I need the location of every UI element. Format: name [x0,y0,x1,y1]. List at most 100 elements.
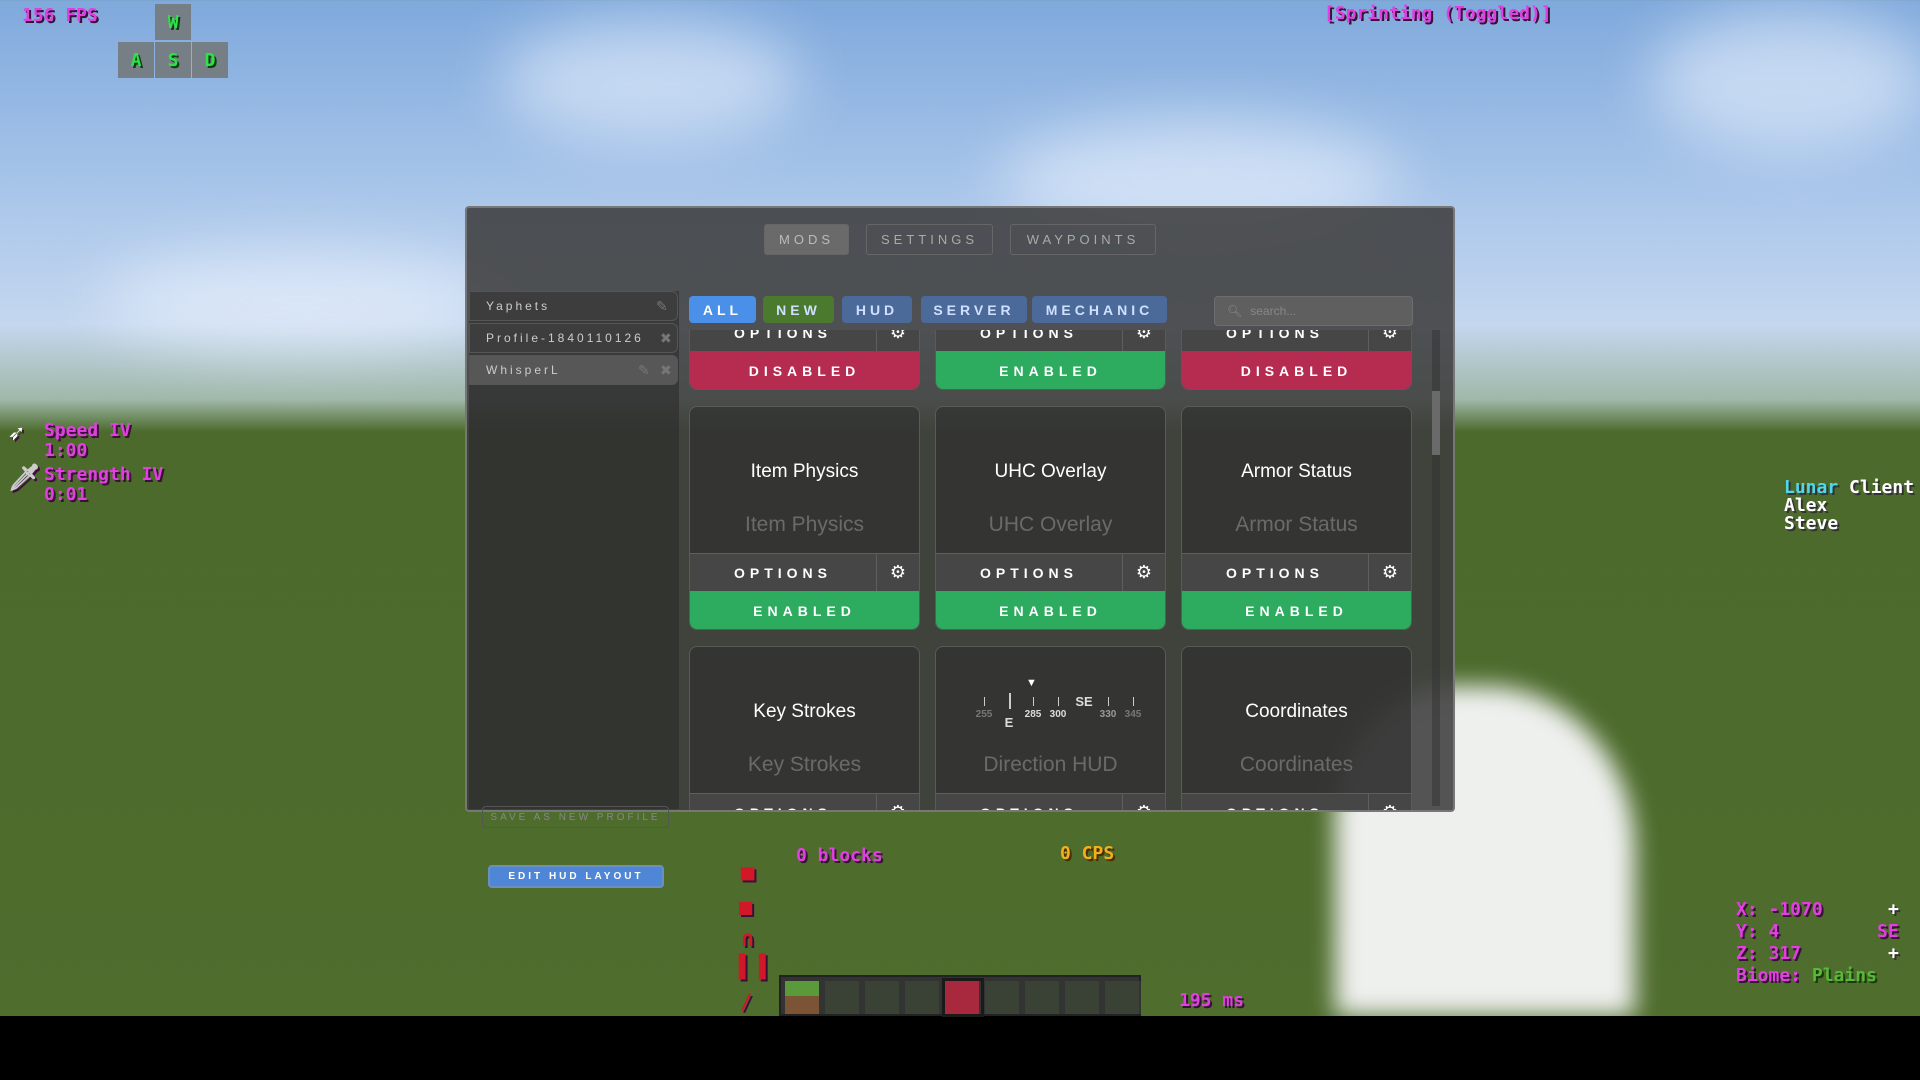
edit-icon[interactable]: ✎ [638,362,653,379]
search-icon: 🔍︎ [1227,304,1243,318]
options-button[interactable]: OPTIONS [936,554,1123,591]
tab-waypoints[interactable]: WAYPOINTS [1010,224,1156,255]
options-button[interactable]: OPTIONS [690,330,877,351]
compass-pointer-icon: ▼ [1026,677,1037,689]
profile-name: Profile-1840110126 [486,331,644,345]
hotbar-slot[interactable] [1105,981,1141,1014]
profile-name: Yaphets [486,299,551,313]
compass-label: 255 [975,709,993,720]
profile-sidebar: Yaphets ✎ Profile-1840110126 ✖ WhisperL ✎ ✖ … [469,291,679,888]
hotbar-slot[interactable] [942,978,984,1017]
mod-card: UHC Overlay UHC Overlay OPTIONS ⚙ ENABLED [935,406,1166,630]
hotbar-slot[interactable] [985,981,1021,1014]
filter-all[interactable]: ALL [689,296,756,323]
hotbar-slot-grass[interactable] [785,981,821,1014]
enabled-toggle[interactable]: ENABLED [690,591,919,629]
gear-icon[interactable]: ⚙ [877,794,919,810]
direction-preview: ▼ 255 E 285 300 SE 330 345 [936,677,1165,757]
effect-name: Strength IV [44,464,164,485]
key-w: W [155,4,191,40]
delete-icon[interactable]: ✖ [660,330,675,347]
mod-card: Item Physics Item Physics OPTIONS ⚙ ENABLED [689,406,920,630]
biome-value: Plains [1811,965,1877,986]
gear-icon[interactable]: ⚙ [1369,330,1411,351]
hotbar-slot[interactable] [1025,981,1061,1014]
gear-icon[interactable]: ⚙ [877,554,919,591]
filter-new[interactable]: NEW [763,296,834,323]
hotbar-slot[interactable] [825,981,861,1014]
mod-title: Armor Status [1241,461,1352,482]
scrollbar[interactable] [1432,330,1440,806]
tab-settings[interactable]: SETTINGS [866,224,993,255]
sword-icon: 🗡 [8,463,42,493]
gear-icon[interactable]: ⚙ [1123,554,1165,591]
edit-icon[interactable]: ✎ [656,298,671,315]
coord-y: Y: 4 [1736,921,1780,942]
mods-grid: OPTIONS ⚙ DISABLED OPTIONS ⚙ ENABLED OPTIONS ⚙ D… [689,330,1414,810]
profile-item[interactable]: Yaphets ✎ [469,291,678,321]
compass-label: 300 [1049,709,1067,720]
disabled-toggle[interactable]: DISABLED [690,351,919,389]
mod-card: Armor Status Armor Status OPTIONS ⚙ ENABLED [1181,406,1412,630]
edit-hud-layout-button[interactable]: EDIT HUD LAYOUT [488,865,664,888]
gear-icon[interactable]: ⚙ [1123,330,1165,351]
compass-label: 345 [1124,709,1142,720]
hotbar-slot[interactable] [905,981,941,1014]
direction-plus: + [1888,943,1899,964]
effect-time: 1:00 [44,440,88,461]
filter-server[interactable]: SERVER [921,296,1027,323]
mod-card: OPTIONS ⚙ ENABLED [935,330,1166,390]
mod-card: ▼ 255 E 285 300 SE 330 345 Direction HUD OPTIONS⚙ [935,646,1166,810]
brand-client: Client [1849,477,1915,498]
compass-label: E [1004,715,1014,730]
options-button[interactable]: OPTIONS [690,554,877,591]
compass-label: 285 [1024,709,1042,720]
profile-item[interactable]: Profile-1840110126 ✖ [469,323,678,353]
delete-icon[interactable]: ✖ [660,362,675,379]
enabled-toggle[interactable]: ENABLED [936,351,1165,389]
gear-icon[interactable]: ⚙ [877,330,919,351]
options-button[interactable]: OPTIONS [1182,330,1369,351]
search-input[interactable]: 🔍︎ search... [1214,296,1413,326]
fps-counter: 156 FPS [22,5,98,26]
compass-tick [1133,697,1134,706]
key-d: D [192,42,228,78]
options-button[interactable]: OPTIONS [936,330,1123,351]
options-button[interactable]: OPTIONS [690,794,877,810]
options-bar: OPTIONS⚙ [1182,330,1411,351]
leggings-icon: ∩ [741,927,755,952]
profile-name: WhisperL [486,363,561,377]
gear-icon[interactable]: ⚙ [1369,794,1411,810]
hotbar-slot[interactable] [865,981,901,1014]
mod-title: Item Physics [750,461,859,482]
scrollbar-thumb[interactable] [1432,391,1440,455]
compass-tick [1058,697,1059,706]
gear-icon[interactable]: ⚙ [1123,794,1165,810]
scoreboard-line: Steve [1784,513,1839,534]
filter-hud[interactable]: HUD [842,296,912,323]
options-button[interactable]: OPTIONS [1182,794,1369,810]
coord-z: Z: 317 [1736,943,1802,964]
options-bar: OPTIONS⚙ [936,793,1165,810]
gear-icon[interactable]: ⚙ [1369,554,1411,591]
sprint-status: [Sprinting (Toggled)] [1324,3,1552,24]
options-button[interactable]: OPTIONS [936,794,1123,810]
enabled-toggle[interactable]: ENABLED [1182,591,1411,629]
mod-title: Key Strokes [753,701,856,722]
options-bar: OPTIONS⚙ [936,330,1165,351]
disabled-toggle[interactable]: DISABLED [1182,351,1411,389]
tab-mods[interactable]: MODS [764,224,849,255]
options-button[interactable]: OPTIONS [1182,554,1369,591]
save-as-new-profile-button[interactable]: SAVE AS NEW PROFILE [482,806,669,828]
hotbar-slot[interactable] [1065,981,1101,1014]
effect-time: 0:01 [44,484,88,505]
options-bar: OPTIONS⚙ [1182,553,1411,591]
filter-mechanic[interactable]: MECHANIC [1032,296,1167,323]
compass-label: SE [1075,694,1093,709]
mod-title: UHC Overlay [994,461,1107,482]
enabled-toggle[interactable]: ENABLED [936,591,1165,629]
mod-subtitle: Item Physics [744,513,865,536]
effect-name: Speed IV [44,420,131,441]
profile-item[interactable]: WhisperL ✎ ✖ [469,355,678,385]
mod-subtitle: Coordinates [1239,753,1354,776]
